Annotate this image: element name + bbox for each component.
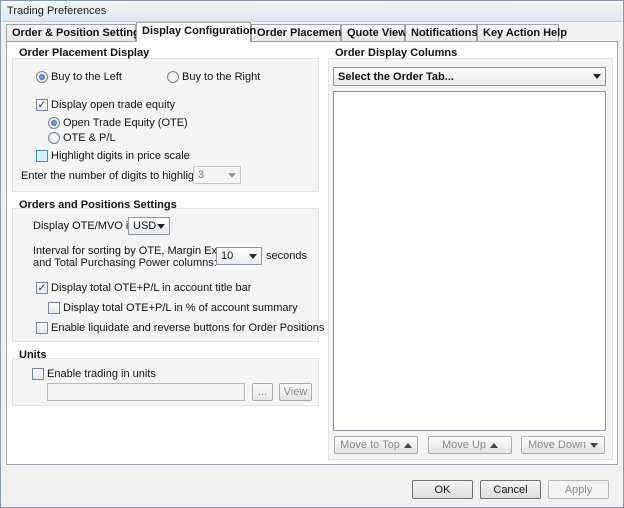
units-input[interactable] <box>47 383 245 401</box>
chevron-down-icon <box>249 254 257 259</box>
order-placement-display-title: Order Placement Display <box>19 47 150 59</box>
digits-label: Enter the number of digits to highlight: <box>21 170 207 182</box>
interval-dropdown[interactable]: 10 <box>216 247 262 265</box>
total-ote-pct-checkbox[interactable] <box>48 302 60 314</box>
enable-units-label: Enable trading in units <box>47 368 156 380</box>
units-browse-button[interactable]: ... <box>252 383 273 401</box>
currency-dropdown[interactable]: USD <box>128 217 170 235</box>
ote-label: Open Trade Equity (OTE) <box>63 117 188 129</box>
chevron-down-icon <box>157 224 165 229</box>
tab-key-action-help[interactable]: Key Action Help <box>477 24 567 41</box>
chevron-down-icon <box>228 173 236 178</box>
trading-preferences-window: Trading Preferences Order & Position Set… <box>0 0 624 508</box>
window-title: Trading Preferences <box>1 1 623 22</box>
order-display-columns-title: Order Display Columns <box>335 47 458 59</box>
move-to-top-label: Move to Top <box>340 439 400 451</box>
move-down-button[interactable]: Move Down <box>521 436 605 454</box>
tab-notifications[interactable]: Notifications <box>405 24 478 41</box>
orders-positions-title: Orders and Positions Settings <box>19 199 177 211</box>
display-ote-label: Display open trade equity <box>51 99 176 111</box>
arrow-down-icon <box>590 442 599 448</box>
enable-units-checkbox[interactable] <box>32 368 44 380</box>
interval-label-line2: and Total Purchasing Power columns: <box>33 257 217 269</box>
display-ote-checkbox[interactable]: ✓ <box>36 99 48 111</box>
move-to-top-icon <box>403 442 412 448</box>
digits-dropdown[interactable]: 3 <box>193 166 241 184</box>
tab-order-placement[interactable]: Order Placement <box>251 24 345 41</box>
move-to-top-button[interactable]: Move to Top <box>334 436 418 454</box>
ok-button[interactable]: OK <box>412 480 473 499</box>
interval-value: 10 <box>221 250 234 262</box>
tab-display-configuration[interactable]: Display Configuration <box>136 22 256 42</box>
currency-value: USD <box>133 220 157 232</box>
tab-order-position-settings[interactable]: Order & Position Settings <box>6 24 146 41</box>
liquidate-label: Enable liquidate and reverse buttons for… <box>51 322 325 334</box>
tab-quote-view[interactable]: Quote View <box>341 24 407 41</box>
buy-right-label: Buy to the Right <box>182 71 261 83</box>
apply-button[interactable]: Apply <box>548 480 609 499</box>
display-ote-mvo-label: Display OTE/MVO in <box>33 220 135 232</box>
buy-right-radio[interactable] <box>167 71 179 83</box>
chevron-down-icon <box>593 74 601 79</box>
highlight-digits-checkbox[interactable] <box>36 150 48 162</box>
arrow-up-icon <box>490 442 499 448</box>
order-tab-dropdown[interactable]: Select the Order Tab... <box>333 67 606 86</box>
units-title: Units <box>19 349 47 361</box>
order-tab-value: Select the Order Tab... <box>338 71 454 83</box>
buy-left-radio[interactable] <box>36 71 48 83</box>
total-ote-pct-label: Display total OTE+P/L in % of account su… <box>63 302 298 314</box>
ote-pl-label: OTE & P/L <box>63 132 116 144</box>
move-up-label: Move Up <box>441 439 487 451</box>
cancel-button[interactable]: Cancel <box>480 480 541 499</box>
tab-content-panel: Order Placement Display Buy to the Left … <box>6 41 618 465</box>
digits-value: 3 <box>198 169 205 181</box>
columns-listbox[interactable] <box>333 91 606 431</box>
total-ote-title-checkbox[interactable]: ✓ <box>36 282 48 294</box>
interval-label-line1: Interval for sorting by OTE, Margin Exce… <box>33 245 240 257</box>
units-view-button[interactable]: View <box>279 383 312 401</box>
ote-pl-radio[interactable] <box>48 132 60 144</box>
seconds-label: seconds <box>266 250 307 262</box>
liquidate-checkbox[interactable] <box>36 322 48 334</box>
buy-left-label: Buy to the Left <box>51 71 122 83</box>
move-up-button[interactable]: Move Up <box>428 436 512 454</box>
ote-radio[interactable] <box>48 117 60 129</box>
total-ote-title-label: Display total OTE+P/L in account title b… <box>51 282 252 294</box>
highlight-digits-label: Highlight digits in price scale <box>51 150 190 162</box>
move-down-label: Move Down <box>527 439 587 451</box>
